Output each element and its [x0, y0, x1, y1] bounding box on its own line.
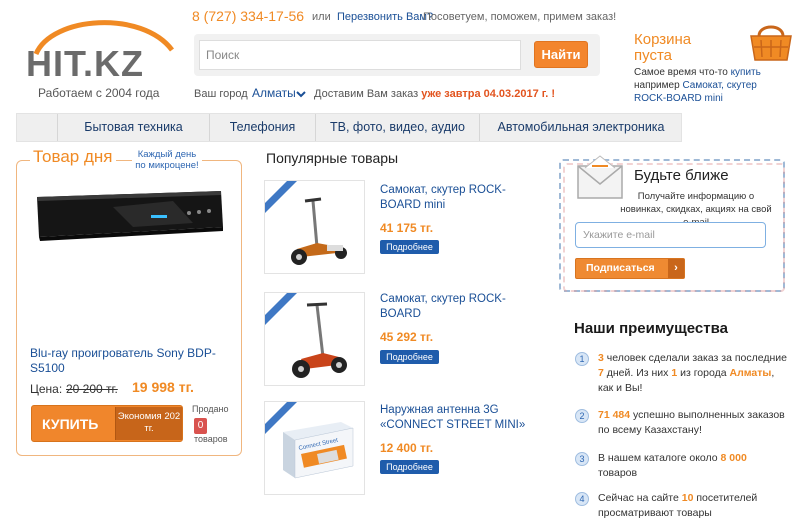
advantage-number: 3	[575, 452, 589, 466]
adv-text: Сейчас на сайте	[598, 492, 682, 504]
phone-or-text: или	[312, 11, 331, 23]
adv-value: 71 484	[598, 409, 631, 421]
adv-text: товаров	[598, 467, 638, 479]
advantage-item: Сейчас на сайте 10 посетителей просматри…	[598, 491, 788, 521]
deal-price-label: Цена:	[30, 382, 63, 396]
email-field[interactable]	[575, 222, 766, 248]
product-thumbnail[interactable]: ★★★★	[264, 180, 365, 274]
adv-text: из города	[677, 367, 730, 379]
hit-kz-logo[interactable]: HIT.KZ	[22, 10, 182, 82]
popular-title: Популярные товары	[266, 150, 399, 166]
popular-item-name[interactable]: Самокат, скутер ROCK-BOARD	[380, 292, 530, 322]
advantage-item: 71 484 успешно выполненных заказов по вс…	[598, 408, 788, 438]
delivery-info: Доставим Вам заказ уже завтра 04.03.2017…	[314, 88, 555, 100]
svg-text:HIT.KZ: HIT.KZ	[26, 43, 144, 82]
cart-hint-mid: например	[634, 80, 680, 91]
adv-text: В нашем каталоге около	[598, 452, 721, 464]
delivery-text: Доставим Вам заказ	[314, 88, 419, 100]
subscribe-button-label: Подписаться	[586, 262, 655, 274]
sold-label: Продано	[192, 404, 229, 414]
sold-count: 0	[194, 418, 207, 434]
deal-old-price: 20 200 тг.	[66, 382, 118, 396]
subscribe-title: Будьте ближе	[634, 167, 729, 184]
delivery-exclaim: !	[551, 88, 556, 100]
deal-new-price: 19 998 тг.	[132, 379, 194, 395]
advantage-item: 3 человек сделали заказ за последние 7 д…	[598, 351, 788, 396]
advantage-number: 2	[575, 409, 589, 423]
popular-item-name[interactable]: Наружная антенна 3G «CONNECT STREET MINI…	[380, 403, 530, 433]
adv-value: 10	[681, 492, 694, 504]
city-select[interactable]: Алматы	[252, 86, 296, 100]
buy-button[interactable]: КУПИТЬ Экономия 202 тг.	[31, 405, 183, 442]
product-thumbnail[interactable]: Connect Street ★★★★	[264, 401, 365, 495]
search-button[interactable]: Найти	[534, 41, 588, 68]
savings-badge: Экономия 202 тг.	[115, 407, 182, 440]
advantages-title: Наши преимущества	[574, 320, 728, 337]
shopping-basket-icon[interactable]	[749, 22, 793, 62]
chevron-down-icon[interactable]	[296, 90, 306, 98]
more-button[interactable]: Подробнее	[380, 460, 439, 474]
advantage-number: 1	[575, 352, 589, 366]
logo-subtitle: Работаем с 2004 года	[38, 86, 160, 100]
subscribe-button[interactable]: Подписаться ›	[575, 258, 685, 279]
search-input[interactable]	[199, 40, 521, 70]
cart-hint: Самое время что-то купить например Самок…	[634, 66, 784, 105]
category-nav: Бытовая техника Телефония ТВ, фото, виде…	[16, 113, 682, 142]
cart-buy-link[interactable]: купить	[731, 67, 761, 78]
bluray-player-image[interactable]	[33, 187, 225, 243]
cart-hint-prefix: Самое время что-то	[634, 67, 728, 78]
chevron-right-icon: ›	[668, 259, 684, 278]
advantage-item: В нашем каталоге около 8 000 товаров	[598, 451, 788, 481]
nav-item-telephony[interactable]: Телефония	[209, 114, 315, 141]
deal-title: Товар дня	[30, 147, 116, 167]
more-button[interactable]: Подробнее	[380, 240, 439, 254]
popular-item-price: 12 400 тг.	[380, 441, 434, 455]
popular-item-name[interactable]: Самокат, скутер ROCK-BOARD mini	[380, 183, 530, 213]
search-bar: Найти	[194, 34, 600, 76]
nav-item-appliances[interactable]: Бытовая техника	[57, 114, 209, 141]
product-thumbnail[interactable]: ★★★★	[264, 292, 365, 386]
delivery-date: уже завтра 04.03.2017 г.	[421, 88, 549, 100]
city-label: Ваш город	[194, 88, 248, 100]
rating-ribbon-icon: ★★★★	[265, 181, 297, 213]
advice-text: Посоветуем, поможем, примем заказ!	[423, 11, 617, 23]
cart-title[interactable]: Корзина пуста	[634, 32, 714, 64]
more-button[interactable]: Подробнее	[380, 350, 439, 364]
rating-ribbon-icon: ★★★★	[265, 402, 297, 434]
buy-button-label: КУПИТЬ	[42, 416, 99, 432]
adv-value: 8 000	[720, 452, 747, 464]
deal-product-name[interactable]: Blu-ray проигрователь Sony BDP-S5100	[30, 346, 230, 376]
adv-city: Алматы	[729, 367, 772, 379]
adv-text: дней. Из них	[603, 367, 672, 379]
adv-text: человек сделали заказ за последние	[603, 352, 788, 364]
rating-ribbon-icon: ★★★★	[265, 293, 297, 325]
callback-link[interactable]: Перезвонить Вам?	[337, 11, 433, 23]
nav-item-tv-photo-video[interactable]: ТВ, фото, видео, аудио	[315, 114, 479, 141]
advantage-number: 4	[575, 492, 589, 506]
nav-item-car-electronics[interactable]: Автомобильная электроника	[479, 114, 682, 141]
popular-item-price: 41 175 тг.	[380, 221, 434, 235]
sold-unit: товаров	[194, 434, 228, 444]
deal-note: Каждый день по микроцене!	[132, 149, 202, 171]
phone-number[interactable]: 8 (727) 334-17-56	[192, 8, 304, 24]
popular-item-price: 45 292 тг.	[380, 330, 434, 344]
